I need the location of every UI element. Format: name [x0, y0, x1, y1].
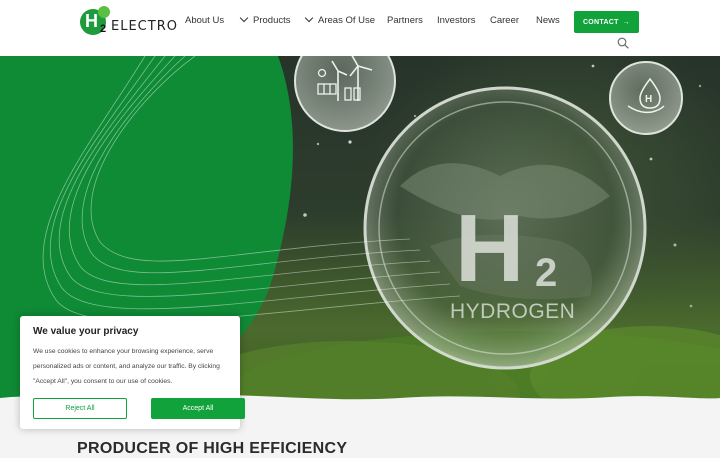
contact-button[interactable]: CONTACT → — [574, 11, 639, 33]
section-heading: PRODUCER OF HIGH EFFICIENCY — [77, 440, 348, 457]
accept-all-button[interactable]: Accept All — [151, 398, 245, 419]
logo-dot — [98, 6, 110, 18]
nav-partners[interactable]: Partners — [387, 15, 423, 26]
arrow-right-icon: → — [622, 18, 631, 26]
nav-areas-of-use[interactable]: Areas Of Use — [304, 13, 376, 26]
logo[interactable]: H 2 ELECTRO — [80, 6, 178, 39]
contact-label: CONTACT — [582, 18, 619, 26]
hero-hydrogen-word: HYDROGEN — [450, 300, 575, 323]
cookie-title: We value your privacy — [33, 326, 139, 337]
cookie-text: We use cookies to enhance your browsing … — [33, 348, 220, 385]
logo-sub: 2 — [100, 23, 107, 35]
nav-news[interactable]: News — [536, 15, 560, 26]
cookie-consent-banner: We value your privacy We use cookies to … — [20, 316, 245, 429]
hero-sub-2: 2 — [535, 251, 557, 295]
search-icon[interactable] — [617, 37, 629, 49]
nav-products-label: Products — [253, 15, 291, 26]
hero-h-letter: H — [455, 195, 524, 302]
bubble-h-letter: H — [645, 94, 652, 105]
logo-word: ELECTRO — [111, 19, 178, 34]
reject-all-button[interactable]: Reject All — [33, 398, 127, 419]
nav-career[interactable]: Career — [490, 15, 519, 26]
nav-investors[interactable]: Investors — [437, 15, 476, 26]
chevron-down-icon — [304, 13, 314, 23]
nav-areas-label: Areas Of Use — [318, 15, 376, 26]
nav-about-us[interactable]: About Us — [185, 15, 224, 26]
site-header: H 2 ELECTRO About Us Products Areas Of U… — [0, 0, 720, 56]
logo-h: H — [85, 11, 98, 31]
chevron-down-icon — [239, 13, 249, 23]
nav-products[interactable]: Products — [239, 13, 291, 26]
